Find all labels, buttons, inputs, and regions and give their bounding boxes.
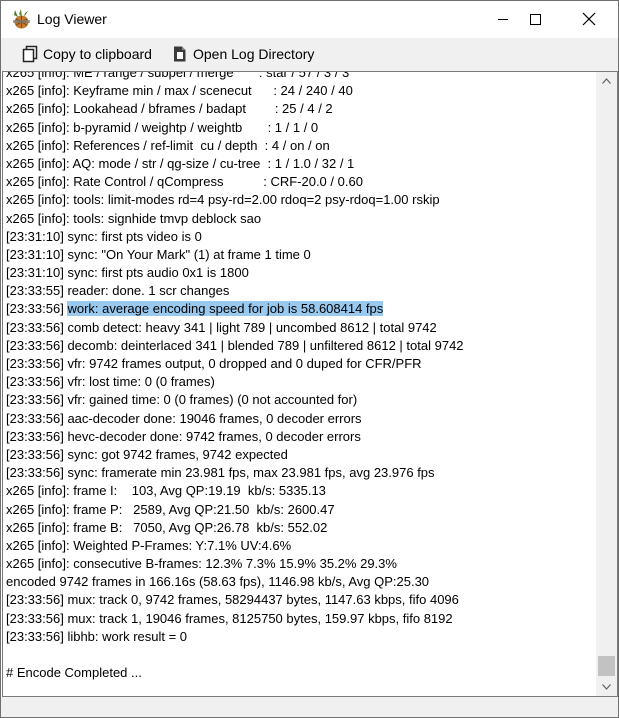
log-line: [23:33:56] sync: framerate min 23.981 fp… — [6, 465, 435, 481]
copy-to-clipboard-button[interactable]: Copy to clipboard — [21, 43, 152, 65]
log-line: [23:33:56] hevc-decoder done: 9742 frame… — [6, 428, 361, 444]
log-line: x265 [info]: ME / range / subpel / merge… — [6, 71, 350, 80]
copy-icon — [22, 45, 38, 63]
log-line: x265 [info]: frame I: 103, Avg QP:19.19 … — [6, 483, 326, 499]
scroll-down-button[interactable] — [596, 678, 617, 696]
log-line: [23:33:55] reader: done. 1 scr changes — [6, 283, 230, 299]
log-line: [23:33:56] vfr: gained time: 0 (0 frames… — [6, 392, 358, 408]
document-folder-icon — [174, 46, 186, 62]
log-line: [23:33:56] vfr: 9742 frames output, 0 dr… — [6, 356, 422, 371]
open-log-directory-button[interactable]: Open Log Directory — [171, 43, 314, 65]
log-line: [23:31:10] sync: "On Your Mark" (1) at f… — [6, 246, 311, 262]
maximize-button[interactable] — [512, 1, 558, 37]
log-line: [23:33:56] libhb: work result = 0 — [6, 628, 188, 644]
bottom-bar — [1, 697, 618, 717]
log-line: [23:33:56] comb detect: heavy 341 | ligh… — [6, 319, 437, 335]
log-line: encoded 9742 frames in 166.16s (58.63 fp… — [6, 574, 430, 590]
log-line: x265 [info]: consecutive B-frames: 12.3%… — [6, 556, 397, 572]
log-line: x265 [info]: Lookahead / bframes / badap… — [6, 101, 333, 117]
scroll-up-button[interactable] — [596, 72, 617, 90]
log-line: [23:33:56] aac-decoder done: 19046 frame… — [6, 410, 362, 426]
log-line: [23:33:56] decomb: deinterlaced 341 | bl… — [6, 337, 464, 353]
toolbar: Copy to clipboard Open Log Directory — [1, 38, 618, 71]
copy-to-clipboard-label: Copy to clipboard — [43, 46, 152, 62]
log-line: [23:33:56] mux: track 0, 9742 frames, 58… — [6, 592, 459, 608]
log-line: [23:33:56] vfr: lost time: 0 (0 frames) — [6, 374, 215, 390]
close-icon — [582, 12, 596, 26]
log-line: x265 [info]: tools: limit-modes rd=4 psy… — [6, 192, 440, 208]
log-line: x265 [info]: References / ref-limit cu /… — [6, 137, 330, 153]
maximize-icon — [530, 14, 541, 25]
log-line: [23:33:56] mux: track 1, 19046 frames, 8… — [6, 610, 453, 626]
log-line: [23:31:10] sync: first pts video is 0 — [6, 228, 202, 244]
log-line: [23:31:10] sync: first pts audio 0x1 is … — [6, 265, 249, 281]
log-text-area[interactable]: x265 [info]: ME / range / subpel / merge… — [2, 71, 618, 697]
log-line: x265 [info]: b-pyramid / weightp / weigh… — [6, 119, 319, 135]
log-line: x265 [info]: frame P: 2589, Avg QP:21.50… — [6, 501, 335, 517]
log-line: x265 [info]: tools: signhide tmvp debloc… — [6, 210, 262, 226]
handbrake-pineapple-icon — [11, 9, 32, 29]
scrollbar-thumb[interactable] — [598, 656, 615, 676]
log-line: x265 [info]: Weighted P-Frames: Y:7.1% U… — [6, 537, 292, 553]
minimize-icon — [498, 19, 508, 20]
selected-text: work: average encoding speed for job is … — [67, 301, 384, 317]
log-line-prefix: [23:33:56] — [6, 301, 68, 317]
log-line: x265 [info]: frame B: 7050, Avg QP:26.78… — [6, 519, 328, 535]
log-viewer-window: Log Viewer Copy to clipboard Open Log Di… — [0, 0, 619, 718]
vertical-scrollbar[interactable] — [596, 72, 617, 696]
close-button[interactable] — [566, 1, 612, 37]
chevron-up-icon — [602, 78, 611, 84]
log-line: [23:33:56] work: average encoding speed … — [6, 300, 596, 318]
log-lines: x265 [info]: ME / range / subpel / merge… — [6, 71, 596, 682]
log-line: x265 [info]: Rate Control / qCompress : … — [6, 174, 363, 190]
window-title: Log Viewer — [37, 11, 107, 27]
chevron-down-icon — [602, 684, 611, 690]
log-line: x265 [info]: Keyframe min / max / scenec… — [6, 83, 353, 99]
title-bar[interactable]: Log Viewer — [1, 1, 618, 38]
open-log-directory-label: Open Log Directory — [193, 46, 315, 62]
log-line: # Encode Completed ... — [6, 665, 142, 681]
log-line: [23:33:56] sync: got 9742 frames, 9742 e… — [6, 446, 288, 462]
log-line: x265 [info]: AQ: mode / str / qg-size / … — [6, 155, 355, 171]
